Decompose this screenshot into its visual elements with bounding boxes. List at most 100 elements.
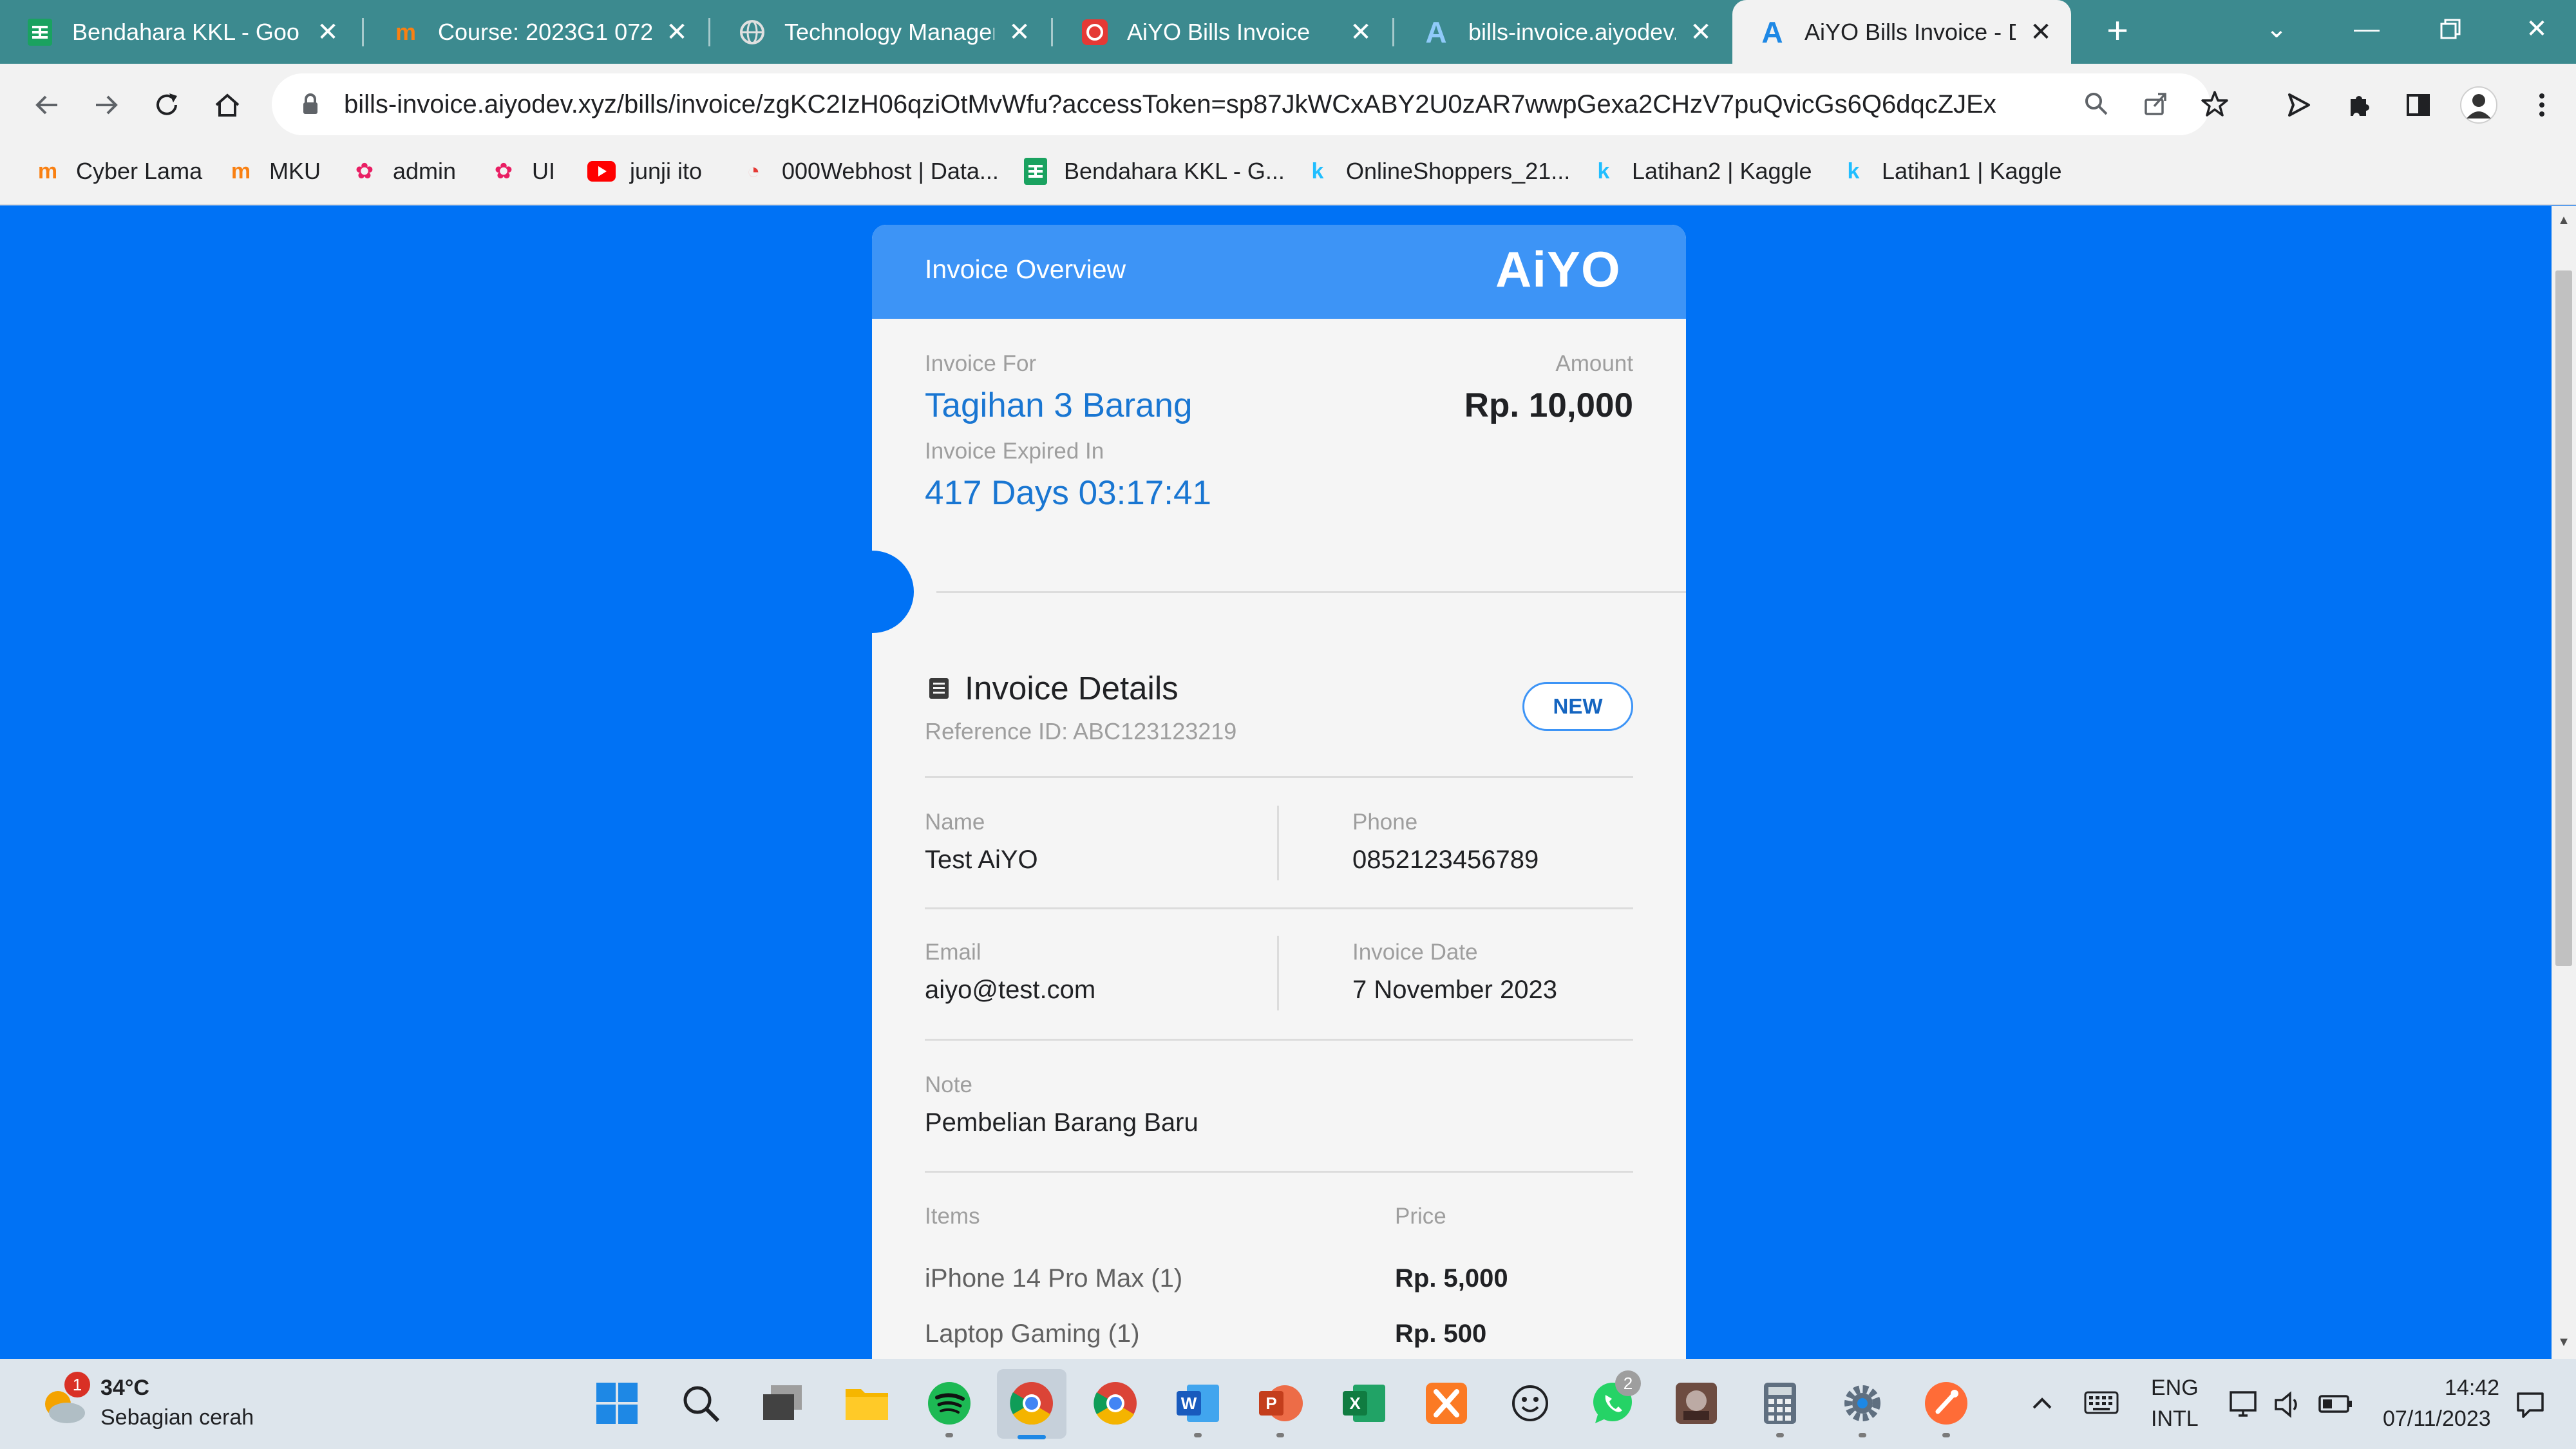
restore-button[interactable] <box>2409 0 2492 58</box>
invoice-card: Invoice Overview AiYO Invoice For Tagiha… <box>872 225 1686 1359</box>
divider <box>936 591 1686 593</box>
running-indicator <box>945 1433 953 1437</box>
sheets-icon <box>24 17 55 48</box>
tab-4[interactable]: AiYO Bills Invoice ✕ <box>1055 0 1391 64</box>
scroll-up-icon[interactable]: ▲ <box>2552 207 2576 233</box>
aiyo-logo: AiYO <box>1495 241 1621 298</box>
bookmark-admin[interactable]: ✿ admin <box>350 153 456 189</box>
avatar[interactable] <box>2456 82 2501 128</box>
tab-2[interactable]: m Course: 2023G1 0722 ✕ <box>366 0 707 64</box>
divider <box>1277 936 1279 1010</box>
invoice-details-title: Invoice Details <box>965 670 1179 706</box>
notification-icon[interactable] <box>2514 1388 2548 1422</box>
xampp-icon[interactable] <box>1422 1379 1471 1428</box>
tab-1[interactable]: Bendahara KKL - Goo ✕ <box>0 0 358 64</box>
share-icon[interactable] <box>2134 82 2177 125</box>
close-icon[interactable]: ✕ <box>1686 17 1716 47</box>
reload-button[interactable] <box>144 82 189 128</box>
lock-icon[interactable] <box>291 93 330 116</box>
address-bar[interactable]: bills-invoice.aiyodev.xyz/bills/invoice/… <box>272 73 2228 135</box>
scroll-down-icon[interactable]: ▼ <box>2552 1329 2576 1355</box>
send-icon[interactable] <box>2276 82 2321 128</box>
bookmark-junji-ito[interactable]: junji ito <box>587 153 702 189</box>
spotify-icon[interactable] <box>925 1379 974 1428</box>
windows-start-icon[interactable] <box>592 1379 641 1428</box>
language-top[interactable]: ENG <box>2151 1376 2199 1401</box>
postman-icon[interactable] <box>1922 1379 1971 1428</box>
chevron-up-icon[interactable] <box>2027 1388 2057 1418</box>
name-label: Name <box>925 810 985 835</box>
menu-icon[interactable] <box>2519 82 2564 128</box>
tab-search-icon[interactable]: ⌄ <box>2235 0 2318 58</box>
url-text[interactable]: bills-invoice.aiyodev.xyz/bills/invoice/… <box>344 90 1999 119</box>
bookmark-000webhost[interactable]: ◔ 000Webhost | Data... <box>739 153 999 189</box>
powerpoint-icon[interactable]: P <box>1256 1379 1305 1428</box>
weather-temp[interactable]: 34°C <box>100 1376 149 1401</box>
close-icon[interactable]: ✕ <box>662 17 692 47</box>
bookmark-star-icon[interactable] <box>2193 82 2236 125</box>
scrollbar-thumb[interactable] <box>2555 270 2572 966</box>
volume-icon[interactable] <box>2272 1388 2304 1421</box>
bookmark-onlineshoppers[interactable]: k OnlineShoppers_21... <box>1303 153 1571 189</box>
photo-app-icon[interactable] <box>1672 1379 1721 1428</box>
battery-icon[interactable] <box>2318 1391 2353 1417</box>
bookmark-bendahara[interactable]: Bendahara KKL - G... <box>1021 153 1285 189</box>
kaggle-icon: k <box>1597 158 1610 184</box>
side-panel-icon[interactable] <box>2396 82 2441 128</box>
bookmark-ui[interactable]: ✿ UI <box>489 153 555 189</box>
bookmark-mku[interactable]: m MKU <box>227 153 321 189</box>
bookmark-label: Latihan2 | Kaggle <box>1632 158 1812 184</box>
minimize-button[interactable]: — <box>2325 0 2409 58</box>
back-button[interactable] <box>24 82 70 128</box>
search-icon[interactable] <box>676 1379 725 1428</box>
chrome-icon[interactable] <box>1007 1379 1056 1428</box>
file-explorer-icon[interactable] <box>842 1379 891 1428</box>
calculator-icon[interactable] <box>1756 1379 1804 1428</box>
extensions-icon[interactable] <box>2336 82 2382 128</box>
zoom-icon[interactable] <box>2075 82 2117 125</box>
close-window-button[interactable]: ✕ <box>2495 0 2576 58</box>
divider <box>1277 806 1279 880</box>
clock-time[interactable]: 14:42 <box>2445 1376 2499 1401</box>
tab-1-title: Bendahara KKL - Goo <box>72 18 299 45</box>
flower-icon: ✿ <box>355 159 374 184</box>
weather-desc[interactable]: Sebagian cerah <box>100 1405 254 1430</box>
moodle-icon: m <box>231 158 251 184</box>
close-icon[interactable]: ✕ <box>1346 17 1376 47</box>
word-icon[interactable]: W <box>1173 1379 1222 1428</box>
email-label: Email <box>925 940 981 965</box>
new-tab-button[interactable]: + <box>2097 12 2138 53</box>
running-indicator <box>1942 1433 1950 1437</box>
close-icon[interactable]: ✕ <box>1005 17 1034 47</box>
chrome-profile-icon[interactable] <box>1091 1379 1140 1428</box>
tab-3[interactable]: Technology Manager ✕ <box>712 0 1050 64</box>
close-icon[interactable]: ✕ <box>313 17 343 47</box>
emoji-app-icon[interactable] <box>1506 1379 1555 1428</box>
item-name: iPhone 14 Pro Max (1) <box>925 1264 1183 1293</box>
bookmark-cyber-lama[interactable]: m Cyber Lama <box>33 153 202 189</box>
close-icon[interactable]: ✕ <box>2026 17 2056 47</box>
tab-separator <box>362 18 364 46</box>
excel-icon[interactable]: X <box>1340 1379 1388 1428</box>
home-button[interactable] <box>205 82 250 128</box>
task-view-icon[interactable] <box>759 1379 808 1428</box>
bookmark-label: junji ito <box>630 158 703 184</box>
divider <box>925 1171 1633 1173</box>
tab-5[interactable]: A bills-invoice.aiyodev. ✕ <box>1396 0 1731 64</box>
youtube-icon <box>587 157 616 185</box>
tab-5-title: bills-invoice.aiyodev. <box>1468 18 1676 45</box>
language-bottom[interactable]: INTL <box>2151 1406 2199 1432</box>
forward-button[interactable] <box>84 82 129 128</box>
item-price: Rp. 5,000 <box>1395 1264 1508 1293</box>
tab-6-active[interactable]: A AiYO Bills Invoice - D ✕ <box>1732 0 2071 64</box>
invoice-for-value: Tagihan 3 Barang <box>925 386 1193 424</box>
settings-icon[interactable] <box>1838 1379 1887 1428</box>
svg-text:X: X <box>1349 1394 1361 1413</box>
bookmark-latihan1[interactable]: k Latihan1 | Kaggle <box>1839 153 2062 189</box>
network-icon[interactable] <box>2226 1388 2262 1421</box>
clock-date[interactable]: 07/11/2023 <box>2383 1406 2491 1432</box>
bookmark-latihan2[interactable]: k Latihan2 | Kaggle <box>1589 153 1812 189</box>
amount-label: Amount <box>1555 351 1633 376</box>
keyboard-icon[interactable] <box>2084 1390 2119 1418</box>
bookmark-label: UI <box>532 158 555 184</box>
